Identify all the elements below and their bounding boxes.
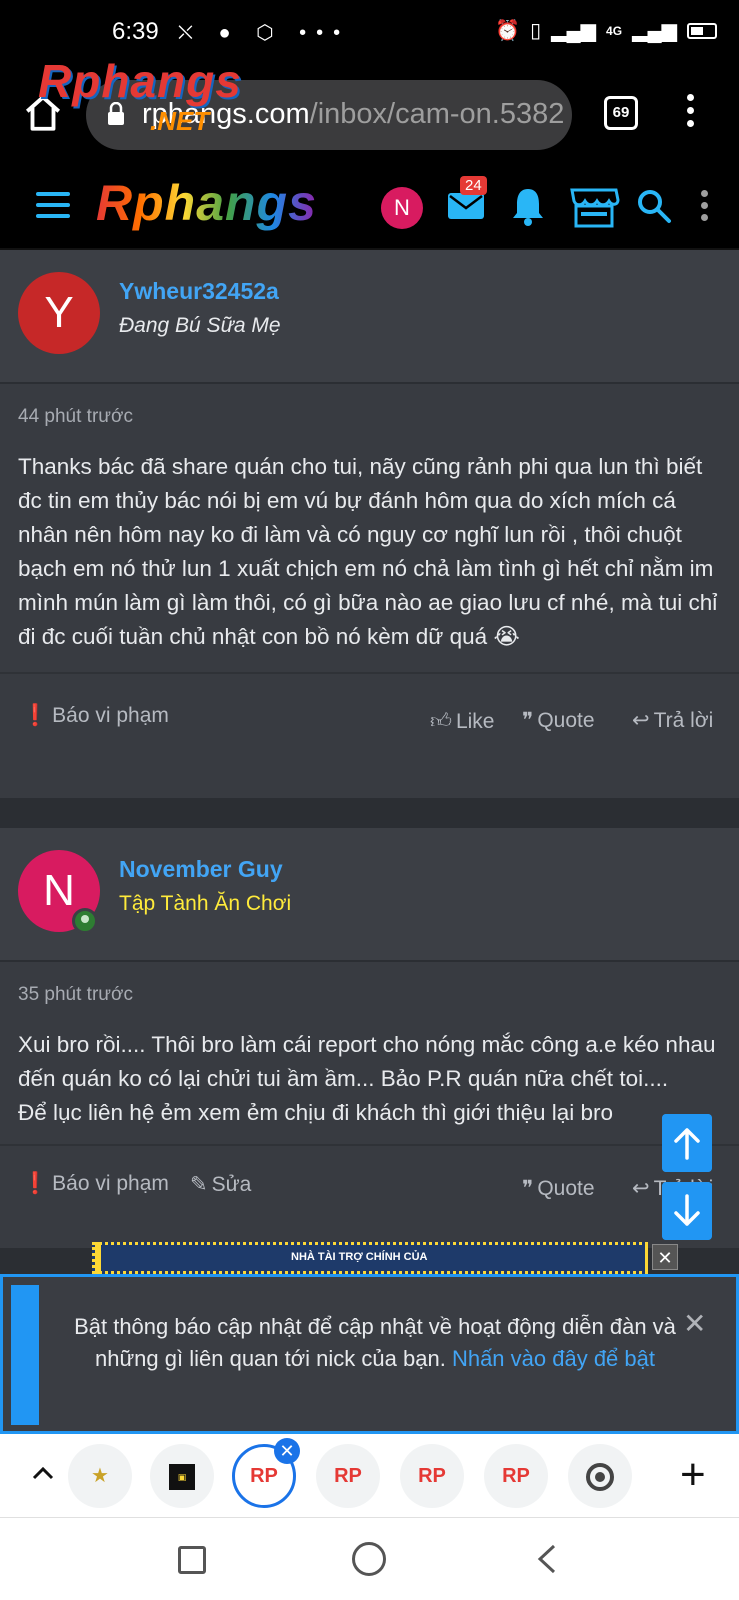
tab-label: RP (250, 1465, 278, 1487)
vibrate-icon: ▯ (530, 20, 542, 42)
tab-label: RP (334, 1465, 362, 1487)
quote-icon: ❞ (522, 709, 534, 732)
push-notice: Bật thông báo cập nhật để cập nhật về ho… (0, 1274, 739, 1434)
edit-button[interactable]: ✎ Sửa (190, 1172, 251, 1197)
quote-icon: ❞ (522, 1177, 534, 1200)
username[interactable]: Ywheur32452a (119, 278, 279, 305)
close-tab-icon[interactable]: ✕ (274, 1438, 300, 1464)
chrome-icon (586, 1462, 614, 1491)
inbox-badge: 24 (460, 176, 487, 195)
site-header: Rphangs N 24 (0, 166, 739, 250)
post-actions: ❗Báo vi phạm ✎Sửa ❞Quote ↩Trả lời (0, 1144, 739, 1226)
search-icon[interactable] (636, 188, 672, 224)
thumbs-up-icon: 👍︎ (430, 710, 452, 733)
quote-label: Quote (537, 1177, 595, 1200)
post-text: Xui bro rồi.... Thôi bro làm cái report … (18, 1028, 721, 1130)
user-avatar[interactable]: Y (18, 272, 100, 354)
android-nav-bar (0, 1518, 739, 1600)
network-type: 4G (606, 23, 623, 38)
post: Y Ywheur32452a Đang Bú Sữa Mẹ 44 phút tr… (0, 250, 739, 798)
post-text-line: Để lục liên hệ ẻm xem ẻm chịu đi khách t… (18, 1100, 614, 1125)
scroll-top-button[interactable] (662, 1114, 712, 1172)
edit-label: Sửa (211, 1173, 252, 1196)
bell-icon[interactable] (510, 186, 546, 226)
tab-label: RP (418, 1465, 446, 1487)
enable-notifications-link[interactable]: Nhấn vào đây để bật (452, 1346, 655, 1371)
quote-button[interactable]: ❞ Quote (522, 708, 595, 733)
alert-icon: ❗ (22, 1172, 49, 1195)
site-favicon: ★ (91, 1465, 109, 1487)
battery-icon (687, 22, 717, 39)
system-icons: ⏰ ▯ ▂▄▆ 4G ▂▄▆ (495, 18, 717, 43)
page: { "status_bar": { "time": "6:39", "net_t… (0, 0, 739, 1600)
account-avatar[interactable]: N (381, 187, 423, 229)
post-body: 44 phút trước Thanks bác đã share quán c… (0, 384, 739, 654)
site-more-icon[interactable] (696, 190, 712, 226)
post-text-line: Xui bro rồi.... Thôi bro làm cái report … (18, 1032, 716, 1091)
new-tab-icon[interactable]: + (680, 1448, 706, 1502)
post-time[interactable]: 35 phút trước (18, 962, 721, 1006)
post-user-header: N November Guy Tập Tành Ăn Chơi (0, 828, 739, 962)
back-icon[interactable] (536, 1544, 558, 1574)
ad-text: NHÀ TÀI TRỢ CHÍNH CỦA (291, 1251, 428, 1263)
reply-label: Trả lời (653, 709, 714, 732)
chevron-up-icon[interactable] (28, 1458, 58, 1488)
browser-tab[interactable]: ★ (68, 1444, 132, 1508)
post-body: 35 phút trước Xui bro rồi.... Thôi bro l… (0, 962, 739, 1130)
reply-button[interactable]: ↩Trả lời (632, 708, 713, 733)
user-title: Đang Bú Sữa Mẹ (119, 314, 281, 337)
browser-tab[interactable]: RP (484, 1444, 548, 1508)
browser-tab[interactable]: RP (316, 1444, 380, 1508)
hamburger-menu-icon[interactable] (36, 192, 70, 220)
signal-icon-2: ▂▄▆ (632, 20, 677, 42)
browser-tab[interactable]: RP (400, 1444, 464, 1508)
username[interactable]: November Guy (119, 856, 283, 883)
like-button[interactable]: 👍︎ Like (430, 708, 494, 734)
report-label: Báo vi phạm (52, 1172, 169, 1195)
watermark-logo: Rphangs (38, 55, 242, 107)
store-icon[interactable] (568, 186, 620, 228)
watermark-suffix: .NET (150, 106, 210, 136)
post-user-header: Y Ywheur32452a Đang Bú Sữa Mẹ (0, 250, 739, 384)
ad-banner[interactable]: NHÀ TÀI TRỢ CHÍNH CỦA (92, 1242, 648, 1274)
quote-label: Quote (537, 709, 595, 732)
reply-icon: ↩ (632, 709, 650, 732)
tab-label: RP (502, 1465, 530, 1487)
post: N November Guy Tập Tành Ăn Chơi 35 phút … (0, 828, 739, 1248)
home-circle-icon[interactable] (352, 1542, 386, 1576)
pencil-icon: ✎ (190, 1173, 208, 1196)
tab-strip: ★ ▣ RP ✕ RP RP RP + (0, 1434, 739, 1518)
alarm-icon: ⏰ (495, 20, 521, 42)
site-favicon: ▣ (169, 1463, 195, 1490)
ad-close-button[interactable]: ✕ (652, 1244, 678, 1270)
browser-toolbar: rphangs.com/inbox/cam-on.5382 Rphangs .N… (0, 55, 739, 166)
user-title: Tập Tành Ăn Chơi (119, 892, 292, 915)
tab-switcher-button[interactable]: 69 (604, 96, 638, 130)
scroll-bottom-button[interactable] (662, 1182, 712, 1240)
online-status-icon (72, 908, 98, 934)
post-time[interactable]: 44 phút trước (18, 384, 721, 428)
notice-accent-bar (11, 1285, 39, 1425)
report-button[interactable]: ❗ Báo vi phạm (22, 704, 169, 728)
notification-icons: ⛌ ● ⬡ ••• (178, 22, 351, 44)
browser-tab[interactable]: ▣ (150, 1444, 214, 1508)
status-time: 6:39 (112, 18, 159, 45)
browser-tab[interactable] (568, 1444, 632, 1508)
browser-menu-button[interactable] (680, 94, 700, 134)
url-path: /inbox/cam-on.5382 (309, 98, 565, 130)
signal-icon: ▂▄▆ (551, 20, 597, 42)
post-text: Thanks bác đã share quán cho tui, nãy cũ… (18, 454, 718, 649)
recents-icon[interactable] (178, 1546, 206, 1574)
notice-close-button[interactable]: ✕ (683, 1307, 706, 1340)
report-button[interactable]: ❗ Báo vi phạm (22, 1172, 169, 1196)
alert-icon: ❗ (22, 704, 49, 727)
report-label: Báo vi phạm (52, 704, 169, 727)
reply-icon: ↩ (632, 1177, 650, 1200)
notice-text: Bật thông báo cập nhật để cập nhật về ho… (65, 1311, 685, 1375)
quote-button[interactable]: ❞ Quote (522, 1176, 595, 1201)
post-actions: ❗ Báo vi phạm 👍︎ Like ❞ Quote ↩ Trả lời (0, 672, 739, 754)
site-logo[interactable]: Rphangs (96, 174, 317, 232)
like-label: Like (455, 710, 495, 733)
